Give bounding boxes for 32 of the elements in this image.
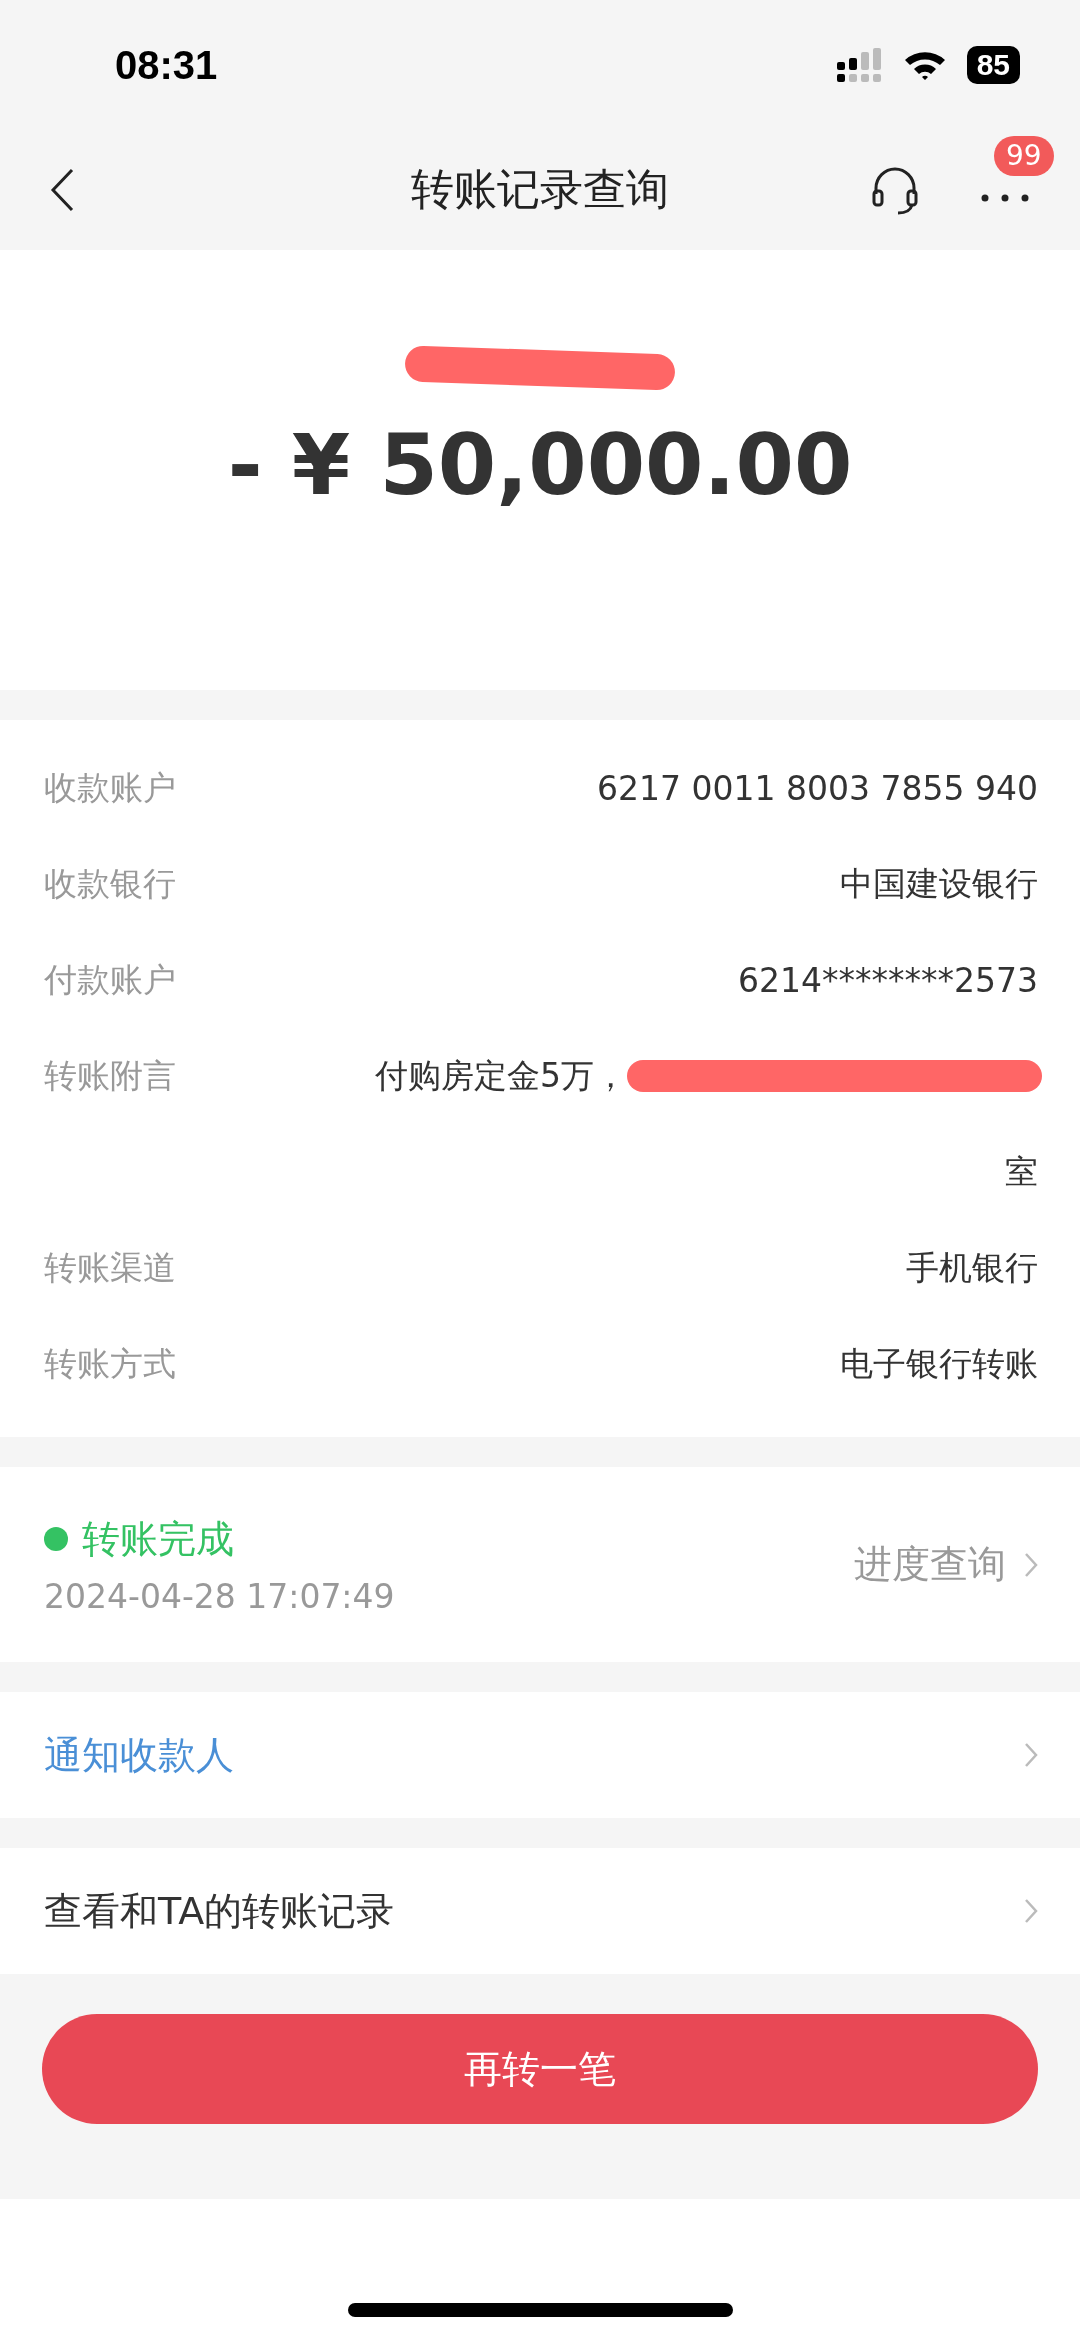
detail-value: 6217 0011 8003 7855 940 bbox=[597, 768, 1038, 808]
detail-value: 室 bbox=[1005, 1150, 1038, 1193]
transfer-again-button[interactable]: 再转一笔 bbox=[42, 2014, 1038, 2124]
chevron-icon bbox=[1024, 1898, 1038, 1924]
detail-value: 中国建设银行 bbox=[840, 862, 1038, 905]
detail-value: 6214********2573 bbox=[738, 960, 1038, 1000]
progress-link[interactable]: 进度查询 bbox=[854, 1539, 1006, 1590]
status-text: 转账完成 bbox=[82, 1515, 234, 1563]
amount-text: - ¥ 50,000.00 bbox=[227, 416, 853, 514]
more-icon[interactable] bbox=[980, 192, 1030, 203]
back-icon[interactable] bbox=[50, 168, 74, 212]
detail-value: 手机银行 bbox=[906, 1246, 1038, 1289]
signal-icon bbox=[836, 48, 883, 82]
list-item-label: 查看和TA的转账记录 bbox=[44, 1887, 395, 1935]
battery-indicator: 85 bbox=[966, 46, 1020, 84]
detail-label: 收款银行 bbox=[44, 863, 176, 905]
list-item-label: 通知收款人 bbox=[44, 1731, 234, 1779]
detail-label: 转账渠道 bbox=[44, 1247, 176, 1289]
transfer-time: 2024-04-28 17:07:49 bbox=[44, 1576, 396, 1616]
detail-label: 付款账户 bbox=[44, 959, 176, 1001]
detail-label: 收款账户 bbox=[44, 767, 176, 809]
chevron-icon bbox=[1024, 1742, 1038, 1768]
page-title: 转账记录查询 bbox=[411, 163, 669, 216]
list-item[interactable]: 查看和TA的转账记录 bbox=[0, 1848, 1080, 1974]
detail-value: 付购房定金5万， bbox=[375, 1054, 627, 1097]
detail-label: 转账附言 bbox=[44, 1055, 176, 1097]
clock-time: 08:31 bbox=[115, 42, 218, 88]
detail-value: 电子银行转账 bbox=[840, 1342, 1038, 1385]
notification-badge: 99 bbox=[994, 135, 1054, 176]
detail-label: 转账方式 bbox=[44, 1343, 176, 1385]
chevron-icon bbox=[1024, 1551, 1038, 1578]
list-item[interactable]: 通知收款人 bbox=[0, 1692, 1080, 1818]
